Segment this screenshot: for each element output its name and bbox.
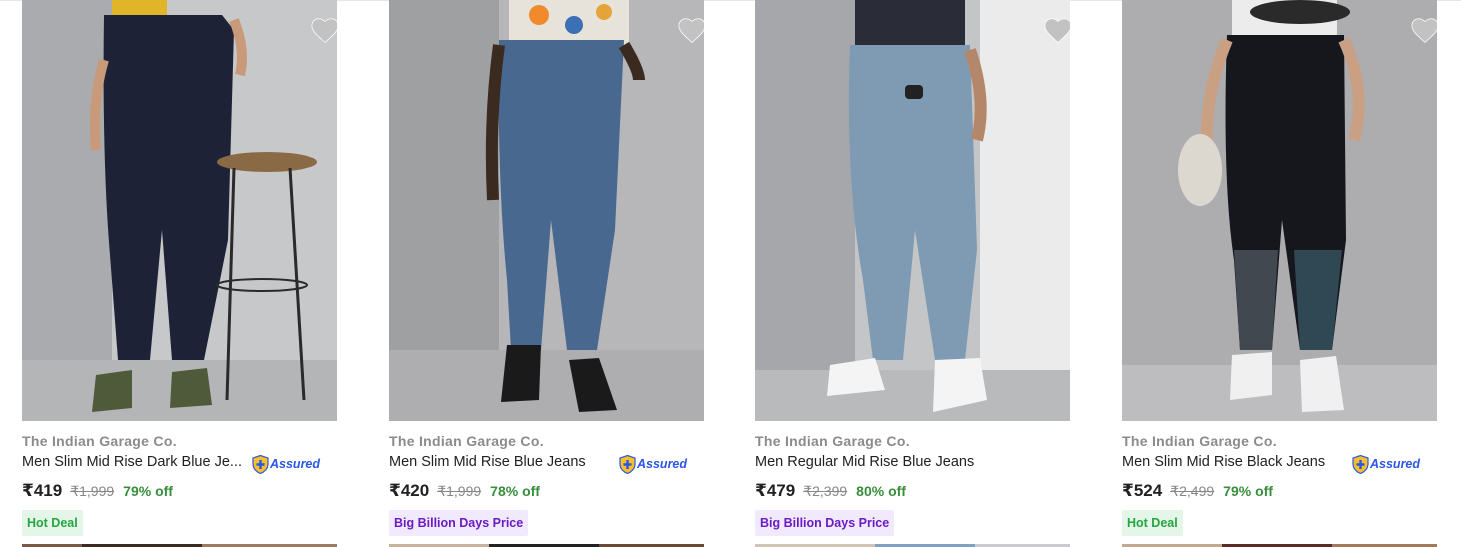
product-image[interactable]: [389, 0, 704, 421]
selling-price: ₹524: [1122, 481, 1163, 500]
shield-plus-icon: [1352, 454, 1369, 474]
assured-label: Assured: [637, 457, 688, 471]
price-row: ₹419 ₹1,999 79% off: [22, 481, 173, 501]
product-title[interactable]: Men Slim Mid Rise Black Jeans: [1122, 454, 1325, 470]
original-price: ₹1,999: [70, 483, 115, 499]
product-title[interactable]: Men Slim Mid Rise Dark Blue Je...: [22, 454, 242, 470]
product-card[interactable]: The Indian Garage Co. Men Regular Mid Ri…: [755, 0, 1071, 547]
original-price: ₹2,499: [1170, 483, 1215, 499]
discount-percent: 79% off: [1223, 483, 1273, 499]
wishlist-heart-icon[interactable]: [1043, 16, 1070, 44]
selling-price: ₹419: [22, 481, 63, 500]
deal-tag: Hot Deal: [22, 510, 83, 536]
assured-label: Assured: [270, 457, 321, 471]
selling-price: ₹479: [755, 481, 796, 500]
wishlist-heart-icon[interactable]: [1410, 16, 1437, 44]
deal-tag: Hot Deal: [1122, 510, 1183, 536]
assured-badge: Assured: [619, 454, 687, 474]
selling-price: ₹420: [389, 481, 430, 500]
deal-tag: Big Billion Days Price: [755, 510, 895, 536]
deal-tag: Big Billion Days Price: [389, 510, 529, 536]
brand-name: The Indian Garage Co.: [1122, 433, 1277, 449]
product-title[interactable]: Men Slim Mid Rise Blue Jeans: [389, 454, 586, 470]
product-image[interactable]: [22, 0, 337, 421]
wishlist-heart-icon[interactable]: [677, 16, 704, 44]
discount-percent: 78% off: [490, 483, 540, 499]
product-card[interactable]: The Indian Garage Co. Men Slim Mid Rise …: [389, 0, 705, 547]
price-row: ₹479 ₹2,399 80% off: [755, 481, 906, 501]
product-image[interactable]: [1122, 0, 1437, 421]
product-card[interactable]: The Indian Garage Co. Men Slim Mid Rise …: [22, 0, 338, 547]
wishlist-heart-icon[interactable]: [310, 16, 337, 44]
discount-percent: 79% off: [123, 483, 173, 499]
price-row: ₹420 ₹1,999 78% off: [389, 481, 540, 501]
assured-label: Assured: [1370, 457, 1421, 471]
discount-percent: 80% off: [856, 483, 906, 499]
product-grid: The Indian Garage Co. Men Slim Mid Rise …: [0, 0, 1461, 547]
shield-plus-icon: [619, 454, 636, 474]
price-row: ₹524 ₹2,499 79% off: [1122, 481, 1273, 501]
shield-plus-icon: [252, 454, 269, 474]
brand-name: The Indian Garage Co.: [389, 433, 544, 449]
product-image[interactable]: [755, 0, 1070, 421]
product-card[interactable]: The Indian Garage Co. Men Slim Mid Rise …: [1122, 0, 1438, 547]
assured-badge: Assured: [1352, 454, 1420, 474]
brand-name: The Indian Garage Co.: [755, 433, 910, 449]
brand-name: The Indian Garage Co.: [22, 433, 177, 449]
original-price: ₹1,999: [437, 483, 482, 499]
product-title[interactable]: Men Regular Mid Rise Blue Jeans: [755, 454, 974, 470]
original-price: ₹2,399: [803, 483, 848, 499]
assured-badge: Assured: [252, 454, 320, 474]
